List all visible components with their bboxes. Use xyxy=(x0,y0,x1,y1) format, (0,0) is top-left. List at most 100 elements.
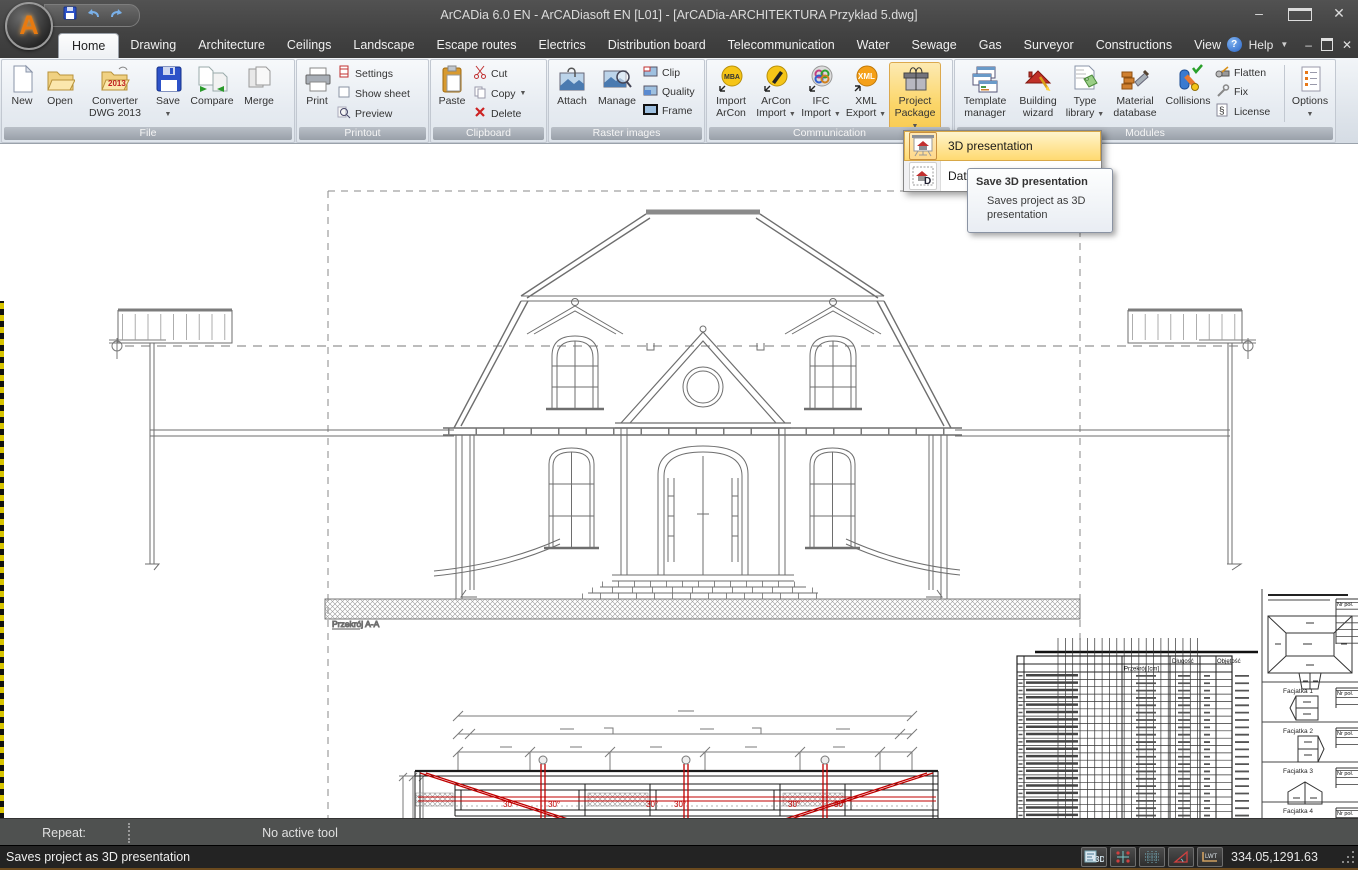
left-dormer xyxy=(527,299,623,410)
xml-export-dropdown-arrow[interactable]: ▼ xyxy=(879,111,886,118)
preview-button[interactable]: Preview xyxy=(337,105,410,122)
svg-text:30°: 30° xyxy=(503,800,515,809)
material-database-button[interactable]: Material database xyxy=(1107,62,1163,121)
tab-water[interactable]: Water xyxy=(846,33,901,58)
close-button[interactable]: ✕ xyxy=(1328,5,1350,24)
options-dropdown-arrow[interactable]: ▼ xyxy=(1307,111,1314,118)
paste-button[interactable]: Paste xyxy=(433,62,471,109)
arcon-import-dropdown-arrow[interactable]: ▼ xyxy=(789,111,796,118)
doc-close-button[interactable]: ✕ xyxy=(1342,38,1352,52)
project-package-button[interactable]: Project Package ▼ xyxy=(889,62,941,132)
schedule-table: Długość Objętość Przekrój [cm] xyxy=(1017,652,1258,819)
group-label-raster: Raster images xyxy=(551,127,702,140)
merge-button[interactable]: Merge xyxy=(238,62,280,109)
svg-text:Przekrój [cm]: Przekrój [cm] xyxy=(1124,667,1159,673)
template-manager-button[interactable]: Template manager xyxy=(957,62,1013,121)
drawing-workspace[interactable]: Przekrój A-A xyxy=(0,143,1358,819)
tab-sewage[interactable]: Sewage xyxy=(901,33,968,58)
arcon-import-button[interactable]: ArCon Import ▼ xyxy=(753,62,799,121)
tab-landscape[interactable]: Landscape xyxy=(342,33,425,58)
scissors-icon xyxy=(473,65,487,82)
xml-export-button[interactable]: XML XML Export ▼ xyxy=(843,62,889,121)
grid-toggle[interactable] xyxy=(1139,847,1165,867)
new-document-icon xyxy=(7,63,37,95)
copy-dropdown-arrow[interactable]: ▼ xyxy=(520,90,527,97)
help-icon[interactable]: ? xyxy=(1227,37,1242,52)
ifc-import-button[interactable]: IFC Import ▼ xyxy=(799,62,843,121)
arcon-pen-icon xyxy=(761,63,791,95)
converter-dwg-button[interactable]: 2013 Converter DWG 2013 xyxy=(80,62,150,121)
help-chevron-icon[interactable]: ▼ xyxy=(1280,40,1288,49)
cut-button[interactable]: Cut xyxy=(473,65,526,82)
collisions-button[interactable]: Collisions xyxy=(1163,62,1213,109)
repeat-label: Repeat: xyxy=(0,826,128,840)
mba-icon: MBA xyxy=(716,63,746,95)
tab-constructions[interactable]: Constructions xyxy=(1085,33,1183,58)
copy-button[interactable]: Copy ▼ xyxy=(473,85,526,102)
roof-plan xyxy=(1268,616,1352,689)
options-button[interactable]: Options▼ xyxy=(1287,62,1333,121)
svg-text:3D: 3D xyxy=(1095,855,1104,864)
type-library-button[interactable]: Type library ▼ xyxy=(1063,62,1107,121)
tab-home[interactable]: Home xyxy=(58,33,119,58)
document-window-controls: – ✕ xyxy=(1305,35,1352,54)
resize-grip[interactable] xyxy=(1341,850,1355,864)
tab-view[interactable]: View xyxy=(1183,33,1232,58)
window-controls: – ✕ xyxy=(1248,5,1350,24)
collisions-icon xyxy=(1172,63,1204,95)
show-sheet-button[interactable]: Show sheet xyxy=(337,85,410,102)
new-button[interactable]: New xyxy=(4,62,40,109)
tab-telecommunication[interactable]: Telecommunication xyxy=(717,33,846,58)
svg-text:LWT: LWT xyxy=(1205,854,1218,860)
app-logo[interactable]: A xyxy=(5,2,53,50)
license-button[interactable]: § License xyxy=(1215,103,1280,120)
flatten-button[interactable]: Flatten xyxy=(1215,65,1280,81)
help-label[interactable]: Help xyxy=(1249,38,1274,52)
save-button[interactable]: Save▼ xyxy=(150,62,186,121)
delete-button[interactable]: Delete xyxy=(473,105,526,122)
type-library-icon xyxy=(1070,63,1100,95)
elevation-drawing: Przekrój A-A xyxy=(118,212,1242,629)
attach-button[interactable]: Attach xyxy=(551,62,593,109)
tab-electrics[interactable]: Electrics xyxy=(527,33,596,58)
frame-image-icon xyxy=(643,103,658,119)
right-dormer xyxy=(785,299,881,410)
doc-restore-button[interactable] xyxy=(1321,35,1333,54)
material-database-icon xyxy=(1119,63,1151,95)
lineweight-toggle[interactable]: LWT xyxy=(1197,847,1223,867)
tab-surveyor[interactable]: Surveyor xyxy=(1013,33,1085,58)
project-manager-3d-toggle[interactable]: 3D xyxy=(1081,847,1107,867)
building-wizard-button[interactable]: Building wizard xyxy=(1013,62,1063,121)
settings-icon xyxy=(337,65,351,82)
tab-escape-routes[interactable]: Escape routes xyxy=(426,33,528,58)
group-label-printout: Printout xyxy=(299,127,426,140)
tab-architecture[interactable]: Architecture xyxy=(187,33,276,58)
import-arcon-button[interactable]: MBA Import ArCon xyxy=(709,62,753,121)
ortho-toggle[interactable] xyxy=(1168,847,1194,867)
tab-distribution-board[interactable]: Distribution board xyxy=(597,33,717,58)
manage-button[interactable]: Manage xyxy=(593,62,641,109)
left-window xyxy=(544,448,599,548)
compare-button[interactable]: Compare xyxy=(186,62,238,109)
gift-package-icon xyxy=(900,63,930,95)
tab-drawing[interactable]: Drawing xyxy=(119,33,187,58)
svg-text:Facjatka 2: Facjatka 2 xyxy=(1283,728,1313,735)
tab-gas[interactable]: Gas xyxy=(968,33,1013,58)
save-dropdown-arrow[interactable]: ▼ xyxy=(165,111,172,118)
settings-button[interactable]: Settings xyxy=(337,65,410,82)
minimize-button[interactable]: – xyxy=(1248,5,1270,24)
open-button[interactable]: Open xyxy=(40,62,80,109)
command-bar-splitter[interactable] xyxy=(128,823,130,843)
quality-button[interactable]: Quality xyxy=(643,84,695,100)
frame-button[interactable]: Frame xyxy=(643,103,695,119)
menu-item-3d-presentation[interactable]: 3D presentation xyxy=(904,131,1101,161)
type-library-dropdown-arrow[interactable]: ▼ xyxy=(1097,111,1104,118)
print-button[interactable]: Print xyxy=(299,62,335,109)
doc-minimize-button[interactable]: – xyxy=(1305,38,1312,52)
clip-button[interactable]: Clip xyxy=(643,65,695,81)
ifc-import-dropdown-arrow[interactable]: ▼ xyxy=(834,111,841,118)
maximize-button[interactable] xyxy=(1288,5,1310,24)
tab-ceilings[interactable]: Ceilings xyxy=(276,33,342,58)
fix-button[interactable]: Fix xyxy=(1215,84,1280,100)
snap-toggle[interactable] xyxy=(1110,847,1136,867)
